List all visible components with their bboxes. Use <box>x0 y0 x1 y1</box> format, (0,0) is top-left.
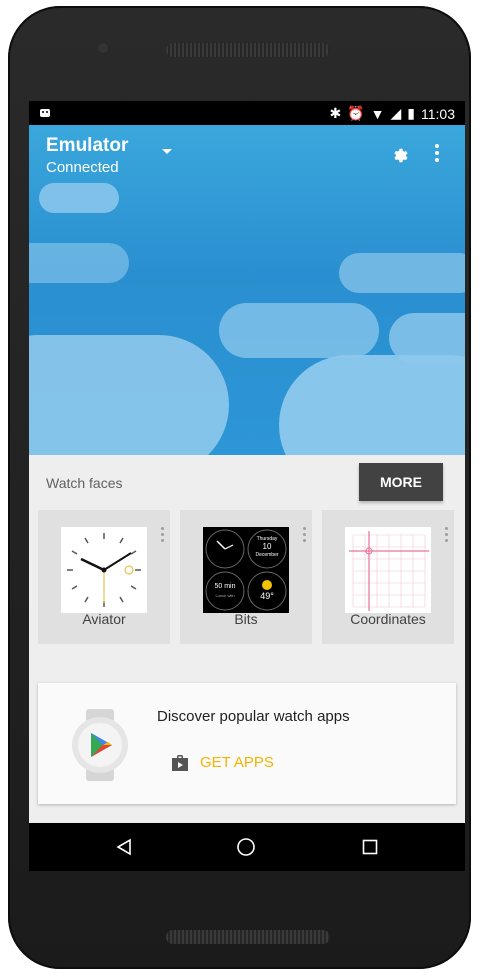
status-time: 11:03 <box>421 105 455 122</box>
watch-face-label: Coordinates <box>350 611 426 627</box>
get-apps-label: GET APPS <box>200 754 274 771</box>
watch-face-card-coordinates[interactable]: Coordinates <box>322 510 454 644</box>
play-store-watch-icon <box>68 709 132 786</box>
device-status: Connected <box>46 159 119 176</box>
recent-apps-icon[interactable] <box>350 823 390 871</box>
bits-preview: Thursday 10 December 50 min Lunch with 4… <box>203 527 289 613</box>
front-camera <box>98 43 108 53</box>
aviator-preview <box>61 527 147 613</box>
more-vert-icon[interactable] <box>161 527 164 545</box>
signal-icon: ◢ <box>390 105 402 121</box>
watch-face-label: Aviator <box>82 611 126 627</box>
discover-apps-card: Discover popular watch apps GET APPS <box>38 683 456 804</box>
cloud-decoration <box>29 335 229 455</box>
screen: ✱ ⏰ ▼ ◢ ▮ 11:03 Emulator Connected Watch… <box>29 101 465 871</box>
home-icon[interactable] <box>226 823 266 871</box>
hero-banner: Emulator Connected <box>29 125 465 455</box>
battery-icon: ▮ <box>407 105 415 121</box>
coordinates-preview <box>345 527 431 613</box>
date-label: 10 <box>262 542 272 551</box>
cloud-decoration <box>39 183 119 213</box>
promo-title: Discover popular watch apps <box>157 708 350 725</box>
wifi-icon: ▼ <box>370 105 385 122</box>
bottom-speaker <box>166 930 330 944</box>
temperature-label: 49° <box>260 591 274 601</box>
more-vert-icon[interactable] <box>303 527 306 545</box>
device-name[interactable]: Emulator <box>46 135 128 157</box>
android-icon <box>39 106 51 121</box>
bluetooth-icon: ✱ <box>329 105 342 121</box>
cloud-decoration <box>219 303 379 358</box>
gear-icon[interactable] <box>390 145 408 168</box>
more-vert-icon[interactable] <box>445 527 448 545</box>
status-icons: ✱ ⏰ ▼ ◢ ▮ 11:03 <box>329 105 455 122</box>
status-bar: ✱ ⏰ ▼ ◢ ▮ 11:03 <box>29 101 465 125</box>
watch-face-label: Bits <box>234 611 258 627</box>
more-vert-icon[interactable] <box>435 144 439 165</box>
more-button[interactable]: MORE <box>359 463 443 501</box>
navigation-bar <box>29 823 465 871</box>
section-title: Watch faces <box>46 475 123 491</box>
cloud-decoration <box>29 243 129 283</box>
timer-caption: Lunch with <box>215 593 235 598</box>
cloud-decoration <box>279 355 465 455</box>
timer-label: 50 min <box>214 583 236 590</box>
caret-down-icon[interactable] <box>162 149 172 154</box>
watch-face-card-aviator[interactable]: Aviator <box>38 510 170 644</box>
cloud-decoration <box>339 253 465 293</box>
back-icon[interactable] <box>104 823 144 871</box>
month-label: December <box>255 552 279 558</box>
get-apps-button[interactable]: GET APPS <box>171 754 274 771</box>
top-speaker <box>166 43 330 57</box>
shopping-bag-icon <box>171 754 189 771</box>
alarm-icon: ⏰ <box>347 105 365 121</box>
watch-face-card-bits[interactable]: Thursday 10 December 50 min Lunch with 4… <box>180 510 312 644</box>
